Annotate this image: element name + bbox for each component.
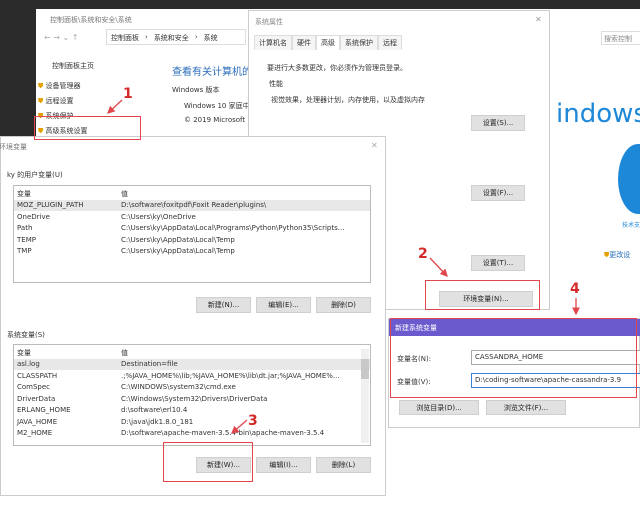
- arrow-2-icon: [429, 257, 448, 277]
- arrow-3-icon: [231, 419, 248, 434]
- arrow-1-icon: [107, 99, 123, 114]
- annotation-arrows: [107, 99, 580, 434]
